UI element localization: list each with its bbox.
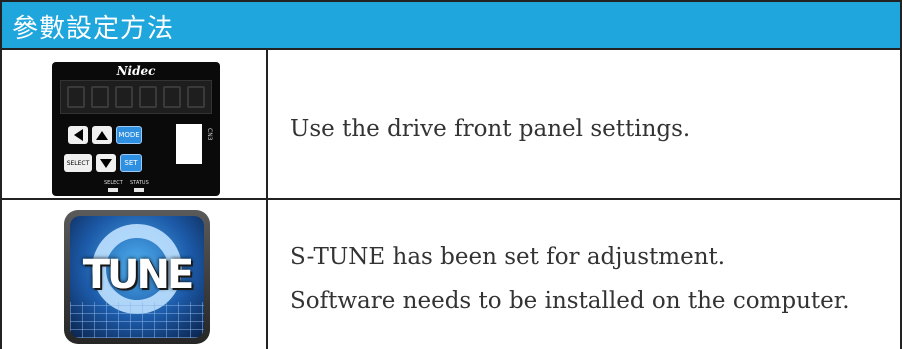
description-line: S-TUNE has been set for adjustment.	[290, 244, 726, 270]
up-arrow-button	[92, 126, 112, 144]
select-button: SELECT	[64, 154, 92, 172]
down-arrow-button	[96, 154, 116, 172]
description-line: Software needs to be installed on the co…	[290, 288, 850, 314]
description-cell: S-TUNE has been set for adjustment. Soft…	[268, 200, 900, 349]
s-tune-grid	[70, 302, 204, 338]
s-tune-logo-background: TUNE	[70, 216, 204, 338]
table-row: Nidec MODE SELECT SET CN3 SELECT STATUS …	[0, 50, 902, 200]
lcd-display	[60, 80, 212, 114]
lcd-digit	[67, 86, 85, 108]
lcd-digit	[163, 86, 181, 108]
select-led	[108, 188, 118, 192]
lcd-digit	[91, 86, 109, 108]
lcd-digit	[139, 86, 157, 108]
left-arrow-icon	[73, 129, 83, 141]
led-label-select: SELECT	[104, 180, 123, 186]
led-label-status: STATUS	[130, 180, 149, 186]
nidec-logo: Nidec	[116, 64, 156, 78]
drive-front-panel-image: Nidec MODE SELECT SET CN3 SELECT STATUS	[52, 62, 220, 196]
image-cell: Nidec MODE SELECT SET CN3 SELECT STATUS	[2, 50, 268, 198]
description-line: Use the drive front panel settings.	[290, 116, 691, 142]
left-arrow-button	[68, 126, 88, 144]
lcd-digit	[187, 86, 205, 108]
s-tune-logo-text: TUNE	[82, 252, 195, 298]
status-led	[134, 188, 144, 192]
header-title: 參數設定方法	[12, 14, 175, 44]
s-tune-logo-image: TUNE	[64, 210, 210, 344]
connector-port	[176, 124, 202, 164]
table-header: 參數設定方法	[0, 0, 902, 50]
image-cell: TUNE	[2, 200, 268, 349]
connector-label: CN3	[206, 128, 213, 141]
down-arrow-icon	[100, 158, 112, 168]
table-row: TUNE S-TUNE has been set for adjustment.…	[0, 200, 902, 349]
lcd-digit	[115, 86, 133, 108]
up-arrow-icon	[96, 130, 108, 140]
set-button: SET	[120, 154, 142, 172]
mode-button: MODE	[116, 126, 142, 144]
description-cell: Use the drive front panel settings.	[268, 50, 900, 198]
settings-table: 參數設定方法 Nidec MODE SELECT SET CN3 SELECT …	[0, 0, 902, 349]
